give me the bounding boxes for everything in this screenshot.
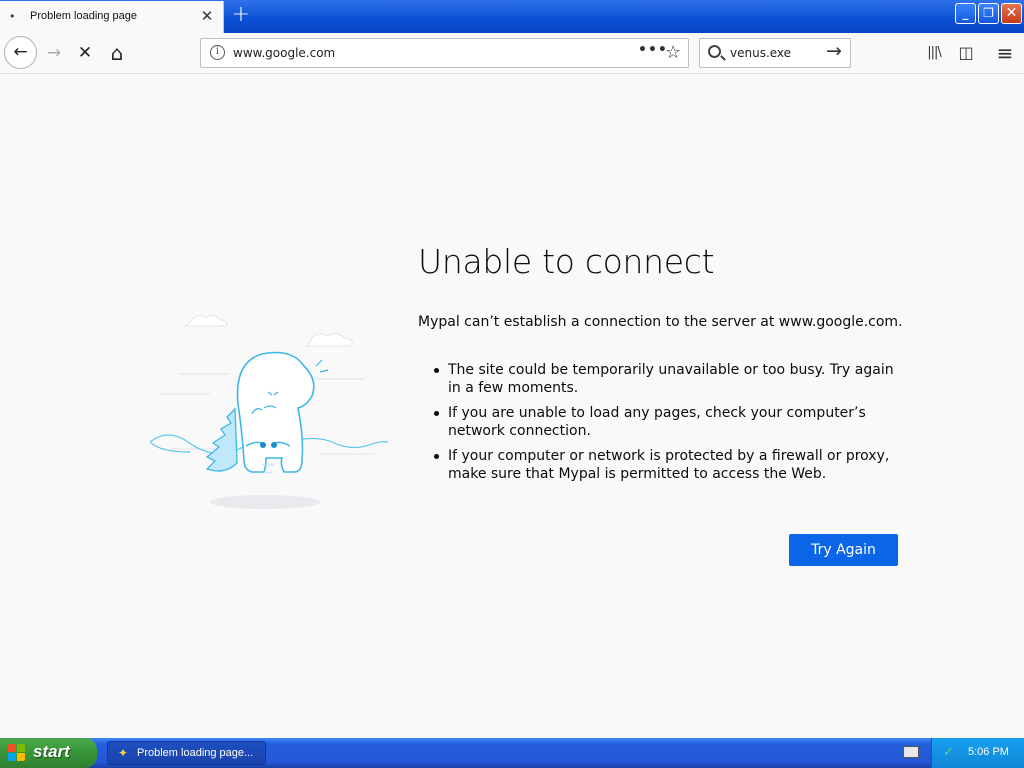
site-info-icon[interactable]: i — [210, 45, 225, 60]
search-go-icon[interactable]: → — [826, 40, 842, 62]
tab-problem-loading[interactable]: • Problem loading page ✕ — [0, 1, 224, 33]
browser-app-icon: ✦ — [118, 746, 129, 760]
suggestion-item: The site could be temporarily unavailabl… — [430, 361, 910, 397]
error-title: Unable to connect — [418, 242, 715, 281]
library-icon[interactable]: |||\ — [923, 42, 945, 64]
page-actions-icon[interactable]: ••• — [638, 42, 668, 58]
url-input[interactable]: www.google.com — [233, 46, 335, 60]
bookmark-star-icon[interactable]: ☆ — [665, 42, 681, 63]
stop-button[interactable]: ✕ — [70, 38, 100, 68]
keyboard-icon[interactable] — [903, 746, 919, 758]
menu-icon[interactable]: ≡ — [994, 42, 1016, 64]
suggestion-item: If you are unable to load any pages, che… — [430, 404, 910, 440]
taskbar-item-browser[interactable]: ✦ Problem loading page... — [107, 741, 266, 765]
tab-close-icon[interactable]: ✕ — [198, 7, 216, 25]
taskbar-item-label: Problem loading page... — [137, 747, 254, 759]
error-page: Unable to connect Mypal can’t establish … — [0, 74, 1024, 738]
try-again-button[interactable]: Try Again — [789, 534, 898, 566]
windows-logo-icon — [8, 744, 26, 762]
back-button[interactable]: ← — [4, 36, 37, 69]
system-tray: ✓ 5:06 PM — [931, 738, 1024, 768]
search-bar[interactable]: venus.exe → — [699, 38, 851, 68]
sidebar-icon[interactable]: ◫ — [955, 42, 977, 64]
restore-button[interactable]: ❐ — [978, 3, 999, 24]
clock[interactable]: 5:06 PM — [968, 746, 1009, 758]
minimize-button[interactable]: _ — [955, 3, 976, 24]
start-label: start — [33, 742, 70, 761]
title-bar: • Problem loading page ✕ + _ ❐ ✕ — [0, 0, 1024, 33]
network-tray-icon[interactable]: ✓ — [943, 745, 954, 760]
home-button[interactable]: ⌂ — [102, 38, 132, 68]
navigation-toolbar: ← → ✕ ⌂ i www.google.com ••• ☆ venus.exe… — [0, 33, 1024, 74]
forward-button[interactable]: → — [39, 38, 69, 68]
tab-title: Problem loading page — [30, 10, 138, 22]
start-button[interactable]: start — [0, 738, 97, 768]
error-suggestions-list: The site could be temporarily unavailabl… — [430, 361, 910, 490]
taskbar: start ✦ Problem loading page... ✓ 5:06 P… — [0, 738, 1024, 768]
close-window-button[interactable]: ✕ — [1001, 3, 1022, 24]
url-bar[interactable]: i www.google.com ••• ☆ — [200, 38, 689, 68]
search-icon — [708, 45, 721, 58]
dinosaur-illustration — [150, 314, 389, 509]
suggestion-item: If your computer or network is protected… — [430, 447, 910, 483]
error-description: Mypal can’t establish a connection to th… — [418, 314, 903, 330]
tab-loading-icon: • — [9, 10, 16, 23]
new-tab-button[interactable]: + — [229, 4, 253, 28]
search-input[interactable]: venus.exe — [730, 46, 791, 60]
